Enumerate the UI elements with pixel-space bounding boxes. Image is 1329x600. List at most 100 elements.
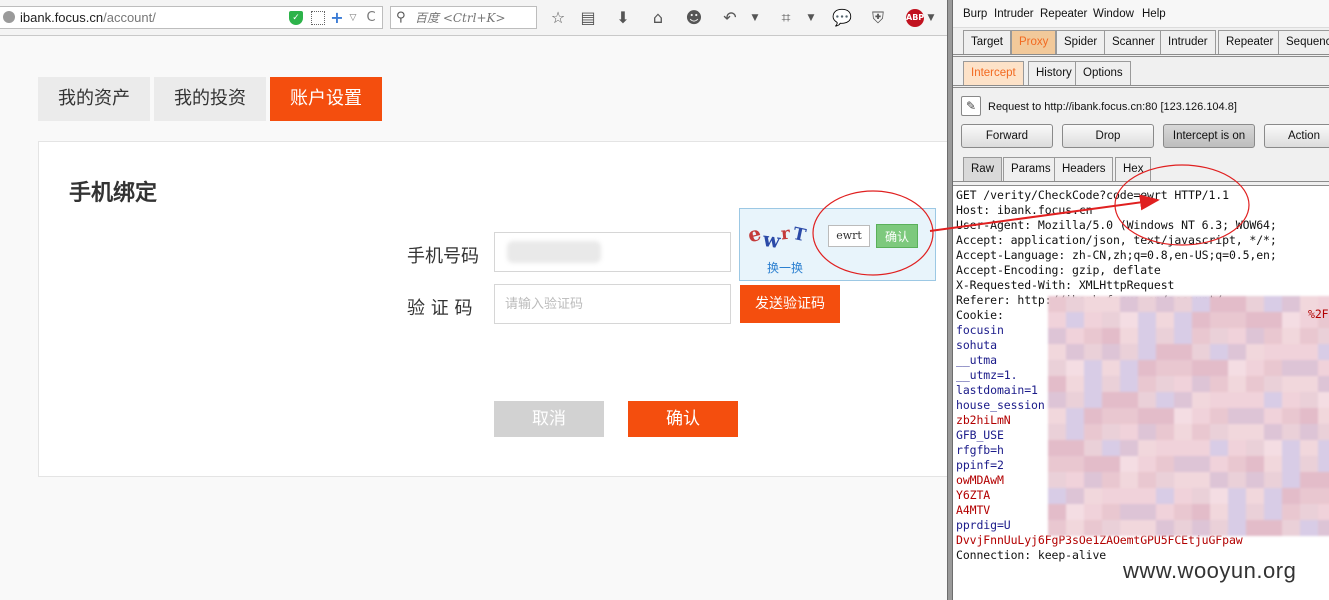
verification-code-field[interactable] xyxy=(494,284,731,324)
cookie-tail: %2F xyxy=(1308,307,1329,321)
crop-icon[interactable]: ⌗ xyxy=(776,8,796,28)
tab-params[interactable]: Params xyxy=(1003,157,1059,181)
action-button[interactable]: Action xyxy=(1264,124,1329,148)
crop-dropdown-icon[interactable]: ▼ xyxy=(806,8,816,28)
request-line: Accept-Language: zh-CN,zh;q=0.8,en-US;q=… xyxy=(956,248,1277,262)
tab-proxy[interactable]: Proxy xyxy=(1011,30,1057,54)
request-line: owMDAwM xyxy=(956,473,1004,487)
menu-repeater[interactable]: Repeater xyxy=(1040,8,1087,20)
request-line: A4MTV xyxy=(956,503,991,517)
request-line: Accept: application/json, text/javascrip… xyxy=(956,233,1277,247)
tab-separator xyxy=(953,181,1329,182)
forward-button[interactable]: Forward xyxy=(961,124,1053,148)
request-line: lastdomain=1 xyxy=(956,383,1038,397)
tab-account-settings[interactable]: 账户设置 xyxy=(270,77,382,121)
send-code-button[interactable]: 发送验证码 xyxy=(740,285,840,323)
verification-code-input[interactable] xyxy=(495,285,730,323)
menu-burp[interactable]: Burp xyxy=(963,8,987,20)
tab-spider[interactable]: Spider xyxy=(1056,30,1106,54)
captcha-input[interactable]: ewrt xyxy=(828,225,870,247)
code-label: 验 证 码 xyxy=(407,298,473,319)
drop-button[interactable]: Drop xyxy=(1062,124,1154,148)
tab-separator xyxy=(953,87,1329,88)
chat-icon[interactable]: ☻ xyxy=(684,8,704,28)
tab-sequencer[interactable]: Sequencer xyxy=(1278,30,1329,54)
reload-icon[interactable]: C xyxy=(364,11,378,25)
request-line: Connection: keep-alive xyxy=(956,548,1107,562)
tab-intruder[interactable]: Intruder xyxy=(1160,30,1216,54)
captcha-refresh-link[interactable]: 换一换 xyxy=(767,259,803,276)
search-box[interactable]: ⚲ xyxy=(390,6,537,29)
request-line: X-Requested-With: XMLHttpRequest xyxy=(956,278,1175,292)
tab-separator xyxy=(953,85,1329,86)
request-line: Cookie: xyxy=(956,308,1004,322)
request-line: GET /verity/CheckCode?code=ewrt HTTP/1.1 xyxy=(956,188,1229,202)
request-line: zb2hiLmN xyxy=(956,413,1011,427)
phone-label: 手机号码 xyxy=(407,246,479,267)
comment-icon[interactable]: 💬 xyxy=(832,8,852,28)
dropdown-icon[interactable]: ▽ xyxy=(346,11,360,25)
request-line: ppinf=2 xyxy=(956,458,1004,472)
request-line: Host: ibank.focus.cn xyxy=(956,203,1093,217)
tab-options[interactable]: Options xyxy=(1075,61,1131,85)
confirm-button[interactable]: 确认 xyxy=(628,401,738,437)
download-icon[interactable]: ⬇ xyxy=(613,8,633,28)
raw-request-editor[interactable]: GET /verity/CheckCode?code=ewrt HTTP/1.1… xyxy=(953,185,1329,600)
tab-hex[interactable]: Hex xyxy=(1115,157,1152,181)
reading-list-icon[interactable]: ▤ xyxy=(578,8,598,28)
request-line: __utma xyxy=(956,353,997,367)
tab-history[interactable]: History xyxy=(1028,61,1080,85)
menu-intruder[interactable]: Intruder xyxy=(994,8,1034,20)
search-input[interactable] xyxy=(415,9,533,26)
tab-my-assets[interactable]: 我的资产 xyxy=(38,77,150,121)
tab-separator xyxy=(953,56,1329,57)
adblock-icon[interactable]: ABP xyxy=(906,9,924,27)
tab-intercept[interactable]: Intercept xyxy=(963,61,1024,85)
request-line: Accept-Encoding: gzip, deflate xyxy=(956,263,1161,277)
home-icon[interactable]: ⌂ xyxy=(648,8,668,28)
captcha-char: w xyxy=(761,226,782,254)
burp-suite-window: Burp Intruder Repeater Window Help Targe… xyxy=(953,0,1329,600)
request-line: rfgfb=h xyxy=(956,443,1004,457)
blurred-phone-number xyxy=(507,241,601,263)
request-line: sohuta xyxy=(956,338,997,352)
shield-icon[interactable]: ✓ xyxy=(289,11,303,25)
request-info: Request to http://ibank.focus.cn:80 [123… xyxy=(988,101,1237,113)
tab-headers[interactable]: Headers xyxy=(1054,157,1114,181)
captcha-char: e xyxy=(745,220,764,248)
undo-dropdown-icon[interactable]: ▼ xyxy=(750,8,760,28)
tab-target[interactable]: Target xyxy=(963,30,1011,54)
plus-icon[interactable]: + xyxy=(330,10,344,26)
menu-window[interactable]: Window xyxy=(1093,8,1134,20)
intercept-toggle-button[interactable]: Intercept is on xyxy=(1163,124,1255,148)
request-line: User-Agent: Mozilla/5.0 (Windows NT 6.3;… xyxy=(956,218,1277,232)
page-content: 我的资产 我的投资 账户设置 手机绑定 手机号码 验 证 码 发送验证码 取消 … xyxy=(0,37,947,600)
adblock-dropdown-icon[interactable]: ▼ xyxy=(926,8,936,28)
search-icon: ⚲ xyxy=(396,10,406,25)
bookmark-star-icon[interactable]: ☆ xyxy=(548,8,568,28)
undo-icon[interactable]: ↶ xyxy=(720,8,740,28)
request-line: focusin xyxy=(956,323,1004,337)
captcha-confirm-button[interactable]: 确认 xyxy=(876,224,918,248)
phone-field[interactable] xyxy=(494,232,731,272)
edit-icon: ✎ xyxy=(961,96,981,116)
menu-bar: Burp Intruder Repeater Window Help xyxy=(953,0,1329,28)
tab-my-investments[interactable]: 我的投资 xyxy=(154,77,266,121)
url-path: /account/ xyxy=(103,10,156,25)
security-shield-icon[interactable]: ⛨ xyxy=(868,8,888,28)
tab-scanner[interactable]: Scanner xyxy=(1104,30,1163,54)
globe-icon xyxy=(3,11,15,23)
tab-raw[interactable]: Raw xyxy=(963,157,1003,181)
request-line: house_session xyxy=(956,398,1045,412)
request-line: Y6ZTA xyxy=(956,488,991,502)
url-text[interactable]: ibank.focus.cn/account/ xyxy=(20,10,156,25)
cancel-button[interactable]: 取消 xyxy=(494,401,604,437)
tab-separator xyxy=(953,54,1329,55)
menu-help[interactable]: Help xyxy=(1142,8,1166,20)
browser-window: ibank.focus.cn/account/ ✓ + ▽ C ⚲ ☆ ▤ ⬇ … xyxy=(0,0,947,600)
qr-code-icon[interactable] xyxy=(311,11,325,25)
captcha-char: T xyxy=(791,223,808,247)
address-bar[interactable]: ibank.focus.cn/account/ ✓ + ▽ C xyxy=(0,6,383,29)
request-line: pprdig=U xyxy=(956,518,1011,532)
tab-repeater[interactable]: Repeater xyxy=(1218,30,1282,54)
